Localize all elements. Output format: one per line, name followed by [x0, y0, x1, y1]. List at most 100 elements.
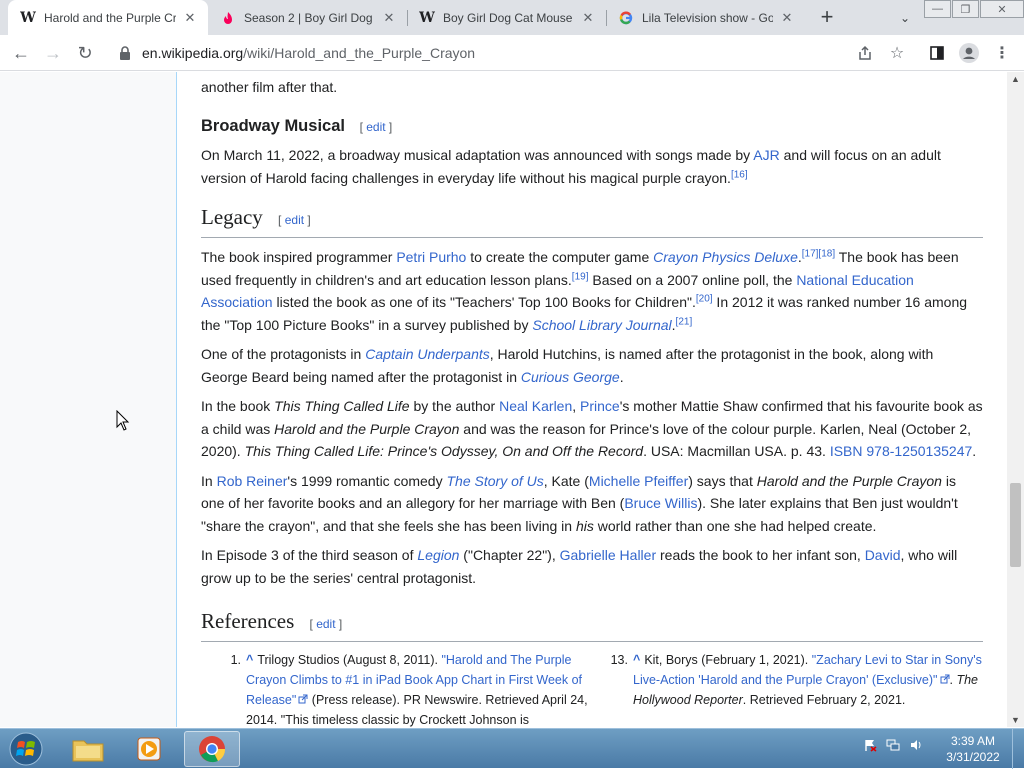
text: One of the protagonists in [201, 346, 366, 362]
forward-button[interactable]: → [40, 40, 66, 66]
tab-search-button[interactable]: ⌄ [893, 6, 917, 30]
citation-link[interactable]: [17][18] [802, 248, 835, 259]
link-bruce-willis[interactable]: Bruce Willis [624, 495, 697, 511]
references-list: 1. ^ Trilogy Studios (August 8, 2011). "H… [201, 650, 983, 727]
tab-harold[interactable]: W Harold and the Purple Cra ✕ [8, 0, 208, 35]
backlink-caret[interactable]: ^ [246, 653, 253, 667]
windows-taskbar: 3:39 AM 3/31/2022 [0, 728, 1024, 769]
page-viewport: another film after that. Broadway Musica… [0, 72, 1024, 727]
edit-button[interactable]: edit [285, 213, 304, 227]
reference-item: 1. ^ Trilogy Studios (August 8, 2011). "H… [227, 650, 592, 727]
restore-button[interactable]: ❐ [952, 0, 979, 18]
legacy-paragraph-2: One of the protagonists in Captain Under… [201, 343, 983, 388]
italic-title: Harold and the Purple Crayon [756, 472, 942, 489]
url-text[interactable]: en.wikipedia.org/wiki/Harold_and_the_Pur… [142, 45, 475, 61]
edit-link: [ edit ] [359, 119, 393, 134]
backlink-caret[interactable]: ^ [633, 653, 640, 667]
link-legion[interactable]: Legion [417, 547, 459, 563]
link-petri-purho[interactable]: Petri Purho [396, 249, 466, 265]
chrome-taskbar-icon[interactable] [184, 731, 240, 767]
link-curious-george[interactable]: Curious George [521, 369, 620, 385]
close-icon[interactable]: ✕ [182, 10, 198, 26]
citation-link[interactable]: [19] [572, 271, 589, 282]
scroll-up-arrow-icon[interactable]: ▲ [1011, 74, 1020, 84]
link-story-of-us[interactable]: The Story of Us [447, 473, 544, 489]
text: , [572, 398, 581, 414]
profile-avatar-icon[interactable] [956, 40, 982, 66]
clock-date: 3/31/2022 [946, 750, 1000, 764]
reference-body: ^ Kit, Borys (February 1, 2021). "Zachary… [633, 650, 983, 710]
tab-season-2[interactable]: Season 2 | Boy Girl Dog C ✕ [208, 0, 407, 35]
link-rob-reiner[interactable]: Rob Reiner [217, 473, 288, 489]
window-close-button[interactable]: ✕ [980, 0, 1024, 18]
action-center-flag-icon[interactable] [862, 737, 878, 753]
taskbar-clock[interactable]: 3:39 AM 3/31/2022 [940, 733, 1006, 765]
back-button[interactable]: ← [8, 40, 34, 66]
link-david[interactable]: David [865, 547, 901, 563]
text: Based on a 2007 online poll, the [588, 271, 797, 288]
url-domain: en.wikipedia.org [142, 45, 244, 61]
reference-number: 13. [610, 653, 628, 667]
heading-broadway: Broadway Musical [ edit ] [201, 115, 983, 139]
heading-text: Legacy [201, 205, 263, 229]
show-desktop-button[interactable] [1012, 729, 1024, 769]
heading-text: References [201, 609, 295, 633]
link-prince[interactable]: Prince [580, 398, 620, 414]
scroll-down-arrow-icon[interactable]: ▼ [1011, 715, 1020, 725]
tab-title: Boy Girl Dog Cat Mouse C [443, 10, 574, 25]
article-content: another film after that. Broadway Musica… [176, 72, 1007, 727]
start-button-icon[interactable] [7, 731, 45, 767]
file-explorer-icon[interactable] [60, 731, 116, 767]
new-tab-button[interactable]: + [815, 4, 839, 29]
text: by the author [409, 398, 500, 414]
references-column-2: 13. ^ Kit, Borys (February 1, 2021). "Zac… [592, 650, 983, 727]
text: Kit, Borys (February 1, 2021). [644, 653, 812, 667]
italic-title: This Thing Called Life: Prince's Odyssey… [244, 443, 644, 459]
tab-boy-girl-dog[interactable]: W Boy Girl Dog Cat Mouse C ✕ [407, 0, 606, 35]
citation-link[interactable]: [20] [696, 293, 713, 304]
text: The book inspired programmer [201, 249, 397, 265]
citation-link[interactable]: [21] [676, 316, 693, 327]
page-scrollbar[interactable]: ▲ ▼ [1007, 72, 1024, 727]
heading-legacy: Legacy [ edit ] [201, 203, 983, 238]
link-isbn[interactable]: ISBN [830, 443, 863, 459]
side-panel-icon[interactable] [924, 40, 950, 66]
network-icon[interactable] [885, 737, 901, 753]
citation-link[interactable]: [16] [731, 169, 748, 180]
scroll-thumb[interactable] [1010, 483, 1021, 567]
volume-icon[interactable] [908, 737, 924, 753]
link-crayon-physics[interactable]: Crayon Physics Deluxe [653, 249, 798, 265]
italic-title: This Thing Called Life [274, 398, 410, 414]
tab-title: Season 2 | Boy Girl Dog C [244, 10, 375, 25]
media-player-icon[interactable] [121, 731, 177, 767]
heading-text: Broadway Musical [201, 116, 345, 135]
bookmark-star-icon[interactable]: ☆ [884, 40, 910, 66]
system-tray [862, 737, 924, 753]
close-icon[interactable]: ✕ [381, 10, 397, 26]
reference-item: 13. ^ Kit, Borys (February 1, 2021). "Zac… [608, 650, 983, 710]
close-icon[interactable]: ✕ [779, 10, 795, 26]
text: In the book [201, 398, 275, 414]
lock-icon[interactable] [118, 45, 132, 61]
text: On March 11, 2022, a broadway musical ad… [201, 147, 754, 163]
kebab-menu-icon[interactable]: ⋮ [989, 40, 1015, 66]
legacy-paragraph-1: The book inspired programmer Petri Purho… [201, 246, 983, 336]
text: . [972, 443, 977, 459]
minimize-button[interactable]: — [924, 0, 951, 18]
link-gabrielle-haller[interactable]: Gabrielle Haller [560, 547, 656, 563]
share-icon[interactable] [852, 40, 878, 66]
link-captain-underpants[interactable]: Captain Underpants [365, 346, 490, 362]
link-neal-karlen[interactable]: Neal Karlen [499, 398, 572, 414]
mouse-cursor-icon [116, 410, 130, 431]
text: to create the computer game [466, 249, 654, 265]
edit-button[interactable]: edit [316, 617, 335, 631]
tab-lila-google[interactable]: Lila Television show - Goo ✕ [606, 0, 805, 35]
link-ajr[interactable]: AJR [753, 147, 779, 163]
link-michelle-pfeiffer[interactable]: Michelle Pfeiffer [589, 473, 688, 489]
link-isbn-number[interactable]: 978-1250135247 [866, 443, 972, 459]
edit-button[interactable]: edit [366, 120, 385, 134]
reference-number: 1. [230, 653, 241, 667]
reload-button[interactable]: ↻ [72, 40, 98, 66]
link-slj[interactable]: School Library Journal [532, 317, 671, 333]
close-icon[interactable]: ✕ [580, 10, 596, 26]
